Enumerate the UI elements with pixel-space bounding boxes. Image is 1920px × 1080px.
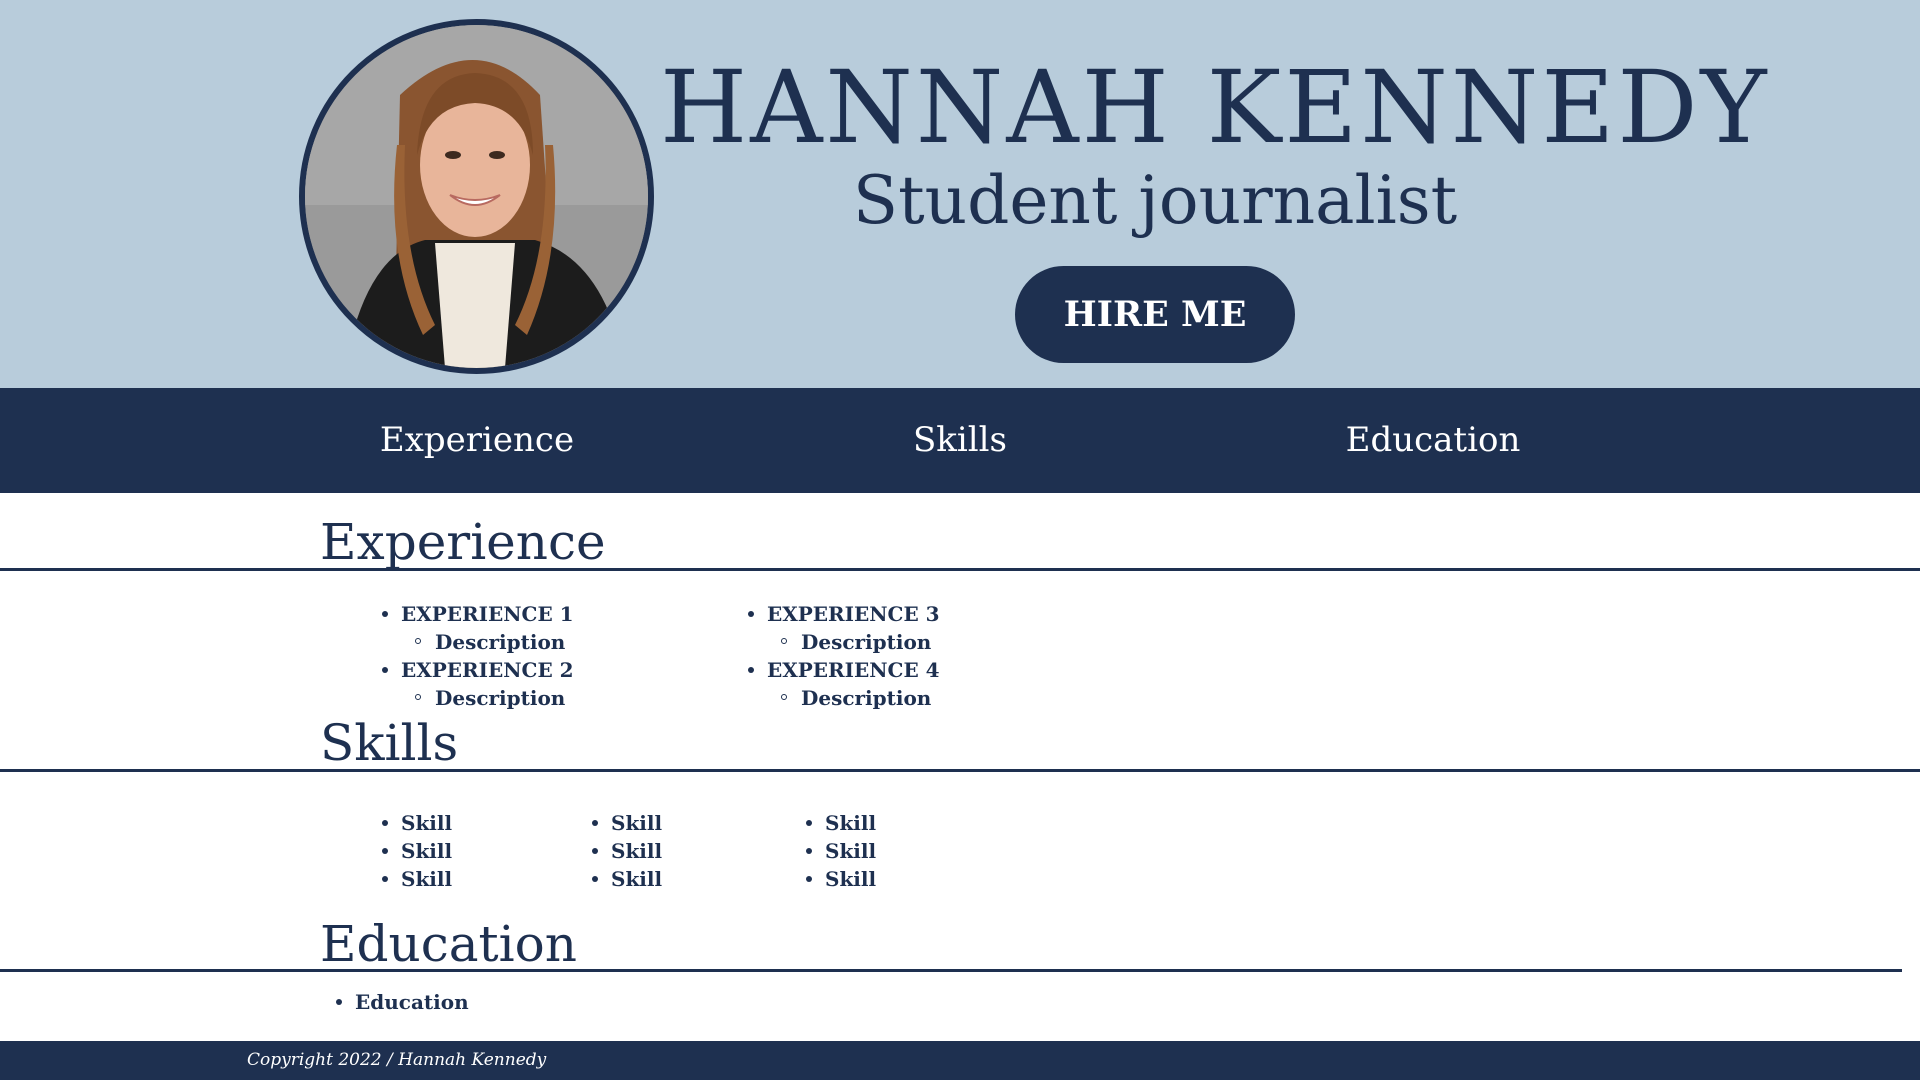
education-heading: Education bbox=[320, 915, 577, 973]
skills-list-2: Skill Skill Skill bbox=[530, 809, 662, 893]
nav-link-skills[interactable]: Skills bbox=[860, 388, 1060, 493]
skill-item: Skill bbox=[320, 809, 452, 837]
experience-description: Description bbox=[686, 628, 940, 656]
page-footer: Copyright 2022 / Hannah Kennedy bbox=[0, 1041, 1920, 1080]
nav-link-experience[interactable]: Experience bbox=[377, 388, 577, 493]
skill-item: Skill bbox=[320, 865, 452, 893]
education-item: Education bbox=[320, 988, 469, 1016]
education-divider bbox=[0, 969, 1902, 972]
skill-item: Skill bbox=[320, 837, 452, 865]
experience-title: EXPERIENCE 2 bbox=[320, 656, 574, 684]
experience-divider bbox=[0, 568, 1920, 571]
experience-title: EXPERIENCE 1 bbox=[320, 600, 574, 628]
skills-list-3: Skill Skill Skill bbox=[744, 809, 876, 893]
experience-description: Description bbox=[320, 628, 574, 656]
hire-me-button[interactable]: HIRE ME bbox=[1015, 266, 1295, 363]
main-nav: Experience Skills Education bbox=[0, 388, 1920, 493]
experience-list-left: EXPERIENCE 1 Description EXPERIENCE 2 De… bbox=[320, 600, 574, 712]
skill-item: Skill bbox=[744, 837, 876, 865]
skill-item: Skill bbox=[744, 865, 876, 893]
job-title: Student journalist bbox=[852, 162, 1458, 239]
skill-item: Skill bbox=[530, 865, 662, 893]
profile-photo bbox=[299, 19, 654, 374]
experience-title: EXPERIENCE 4 bbox=[686, 656, 940, 684]
skills-list-1: Skill Skill Skill bbox=[320, 809, 452, 893]
nav-link-education[interactable]: Education bbox=[1333, 388, 1533, 493]
experience-description: Description bbox=[320, 684, 574, 712]
skills-divider bbox=[0, 769, 1920, 772]
portrait-image bbox=[305, 25, 648, 368]
education-list: Education bbox=[320, 988, 469, 1016]
copyright-text: Copyright 2022 / Hannah Kennedy bbox=[247, 1050, 547, 1070]
experience-description: Description bbox=[686, 684, 940, 712]
person-name: HANNAH KENNEDY bbox=[660, 49, 1770, 166]
skill-item: Skill bbox=[530, 837, 662, 865]
experience-title: EXPERIENCE 3 bbox=[686, 600, 940, 628]
skills-heading: Skills bbox=[320, 714, 459, 772]
experience-heading: Experience bbox=[320, 513, 606, 571]
hero-header: HANNAH KENNEDY Student journalist HIRE M… bbox=[0, 0, 1920, 388]
skill-item: Skill bbox=[744, 809, 876, 837]
experience-list-right: EXPERIENCE 3 Description EXPERIENCE 4 De… bbox=[686, 600, 940, 712]
skill-item: Skill bbox=[530, 809, 662, 837]
